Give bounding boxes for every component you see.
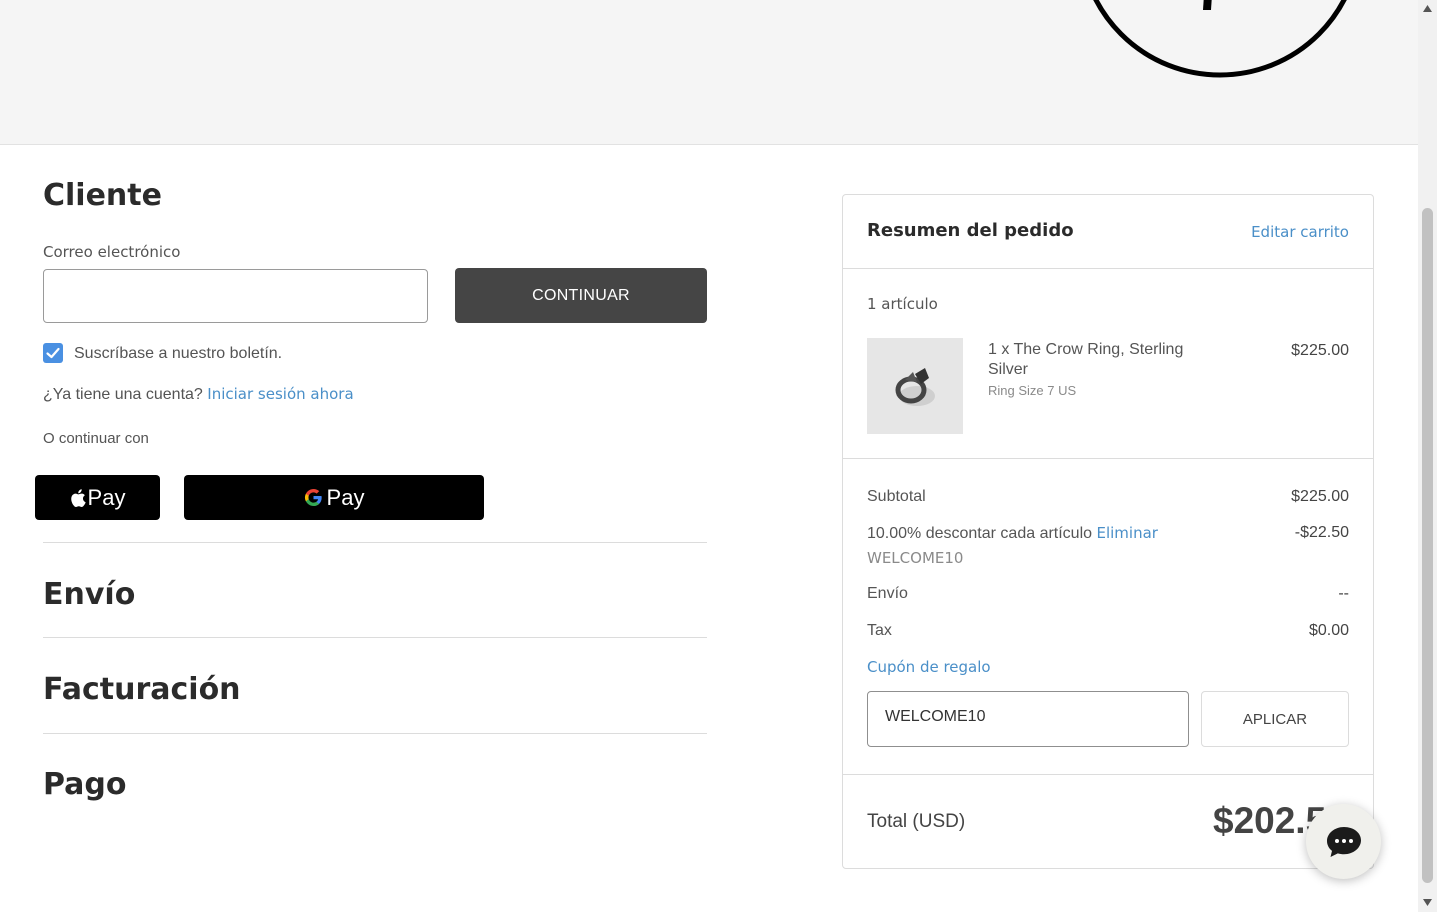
store-logo[interactable] [1075, 0, 1365, 100]
signin-link[interactable]: Iniciar sesión ahora [207, 385, 353, 403]
apple-pay-label: Pay [87, 484, 126, 510]
edit-cart-link[interactable]: Editar carrito [1251, 223, 1349, 241]
scroll-down-arrow-icon[interactable] [1422, 898, 1433, 907]
product-name: 1 x The Crow Ring, Sterling Silver [988, 341, 1184, 378]
chat-bubble-icon [1326, 826, 1361, 857]
tax-label: Tax [867, 622, 892, 639]
discount-line: 10.00% descontar cada artículo Eliminar [867, 524, 1158, 543]
tax-value: $0.00 [1308, 622, 1349, 639]
section-divider [43, 733, 707, 734]
summary-divider [843, 458, 1373, 459]
continue-button[interactable]: CONTINUAR [455, 268, 707, 323]
shipping-section-title: Envío [43, 577, 136, 612]
chat-button[interactable] [1306, 804, 1381, 879]
google-pay-label: Pay [326, 484, 365, 510]
product-price: $225.00 [1291, 342, 1349, 359]
email-field[interactable] [43, 269, 428, 323]
email-label: Correo electrónico [43, 243, 181, 261]
checkmark-icon [46, 347, 60, 359]
newsletter-checkbox[interactable] [43, 343, 63, 363]
account-prompt-text: ¿Ya tiene una cuenta? [43, 386, 203, 403]
total-label: Total (USD) [867, 811, 966, 832]
order-summary: Resumen del pedido Editar carrito 1 artí… [842, 194, 1374, 869]
summary-title: Resumen del pedido [867, 220, 1074, 241]
scroll-up-arrow-icon[interactable] [1422, 4, 1433, 13]
google-pay-button[interactable]: Pay [184, 475, 484, 520]
section-divider [43, 637, 707, 638]
coupon-code-input[interactable]: WELCOME10 [867, 691, 1189, 747]
gift-coupon-link[interactable]: Cupón de regalo [867, 658, 991, 676]
section-divider [43, 542, 707, 543]
apple-icon [70, 488, 86, 507]
scrollbar-thumb[interactable] [1422, 208, 1433, 883]
remove-discount-link[interactable]: Eliminar [1096, 524, 1157, 542]
shipping-label: Envío [867, 585, 908, 602]
apple-pay-button[interactable]: Pay [35, 475, 160, 520]
newsletter-label: Suscríbase a nuestro boletín. [74, 345, 283, 362]
item-count: 1 artículo [867, 295, 938, 313]
summary-divider [843, 774, 1373, 775]
summary-divider [843, 268, 1373, 269]
google-g-icon [304, 488, 322, 507]
or-continue-label: O continuar con [43, 430, 149, 447]
subtotal-label: Subtotal [867, 488, 926, 505]
discount-value: -$22.50 [1294, 524, 1349, 541]
apply-coupon-button[interactable]: APLICAR [1201, 691, 1349, 747]
account-prompt: ¿Ya tiene una cuenta? Iniciar sesión aho… [43, 385, 354, 404]
discount-label: 10.00% descontar cada artículo [867, 525, 1093, 542]
page-scrollbar[interactable] [1418, 0, 1437, 912]
shipping-value: -- [1338, 585, 1349, 602]
billing-section-title: Facturación [43, 672, 241, 707]
ring-image [895, 368, 935, 406]
product-option: Ring Size 7 US [988, 383, 1077, 398]
customer-section-title: Cliente [43, 178, 162, 213]
payment-section-title: Pago [43, 767, 127, 802]
discount-code: WELCOME10 [867, 549, 964, 567]
product-thumbnail[interactable] [867, 338, 963, 434]
store-header [0, 0, 1418, 145]
subtotal-value: $225.00 [1291, 488, 1349, 505]
